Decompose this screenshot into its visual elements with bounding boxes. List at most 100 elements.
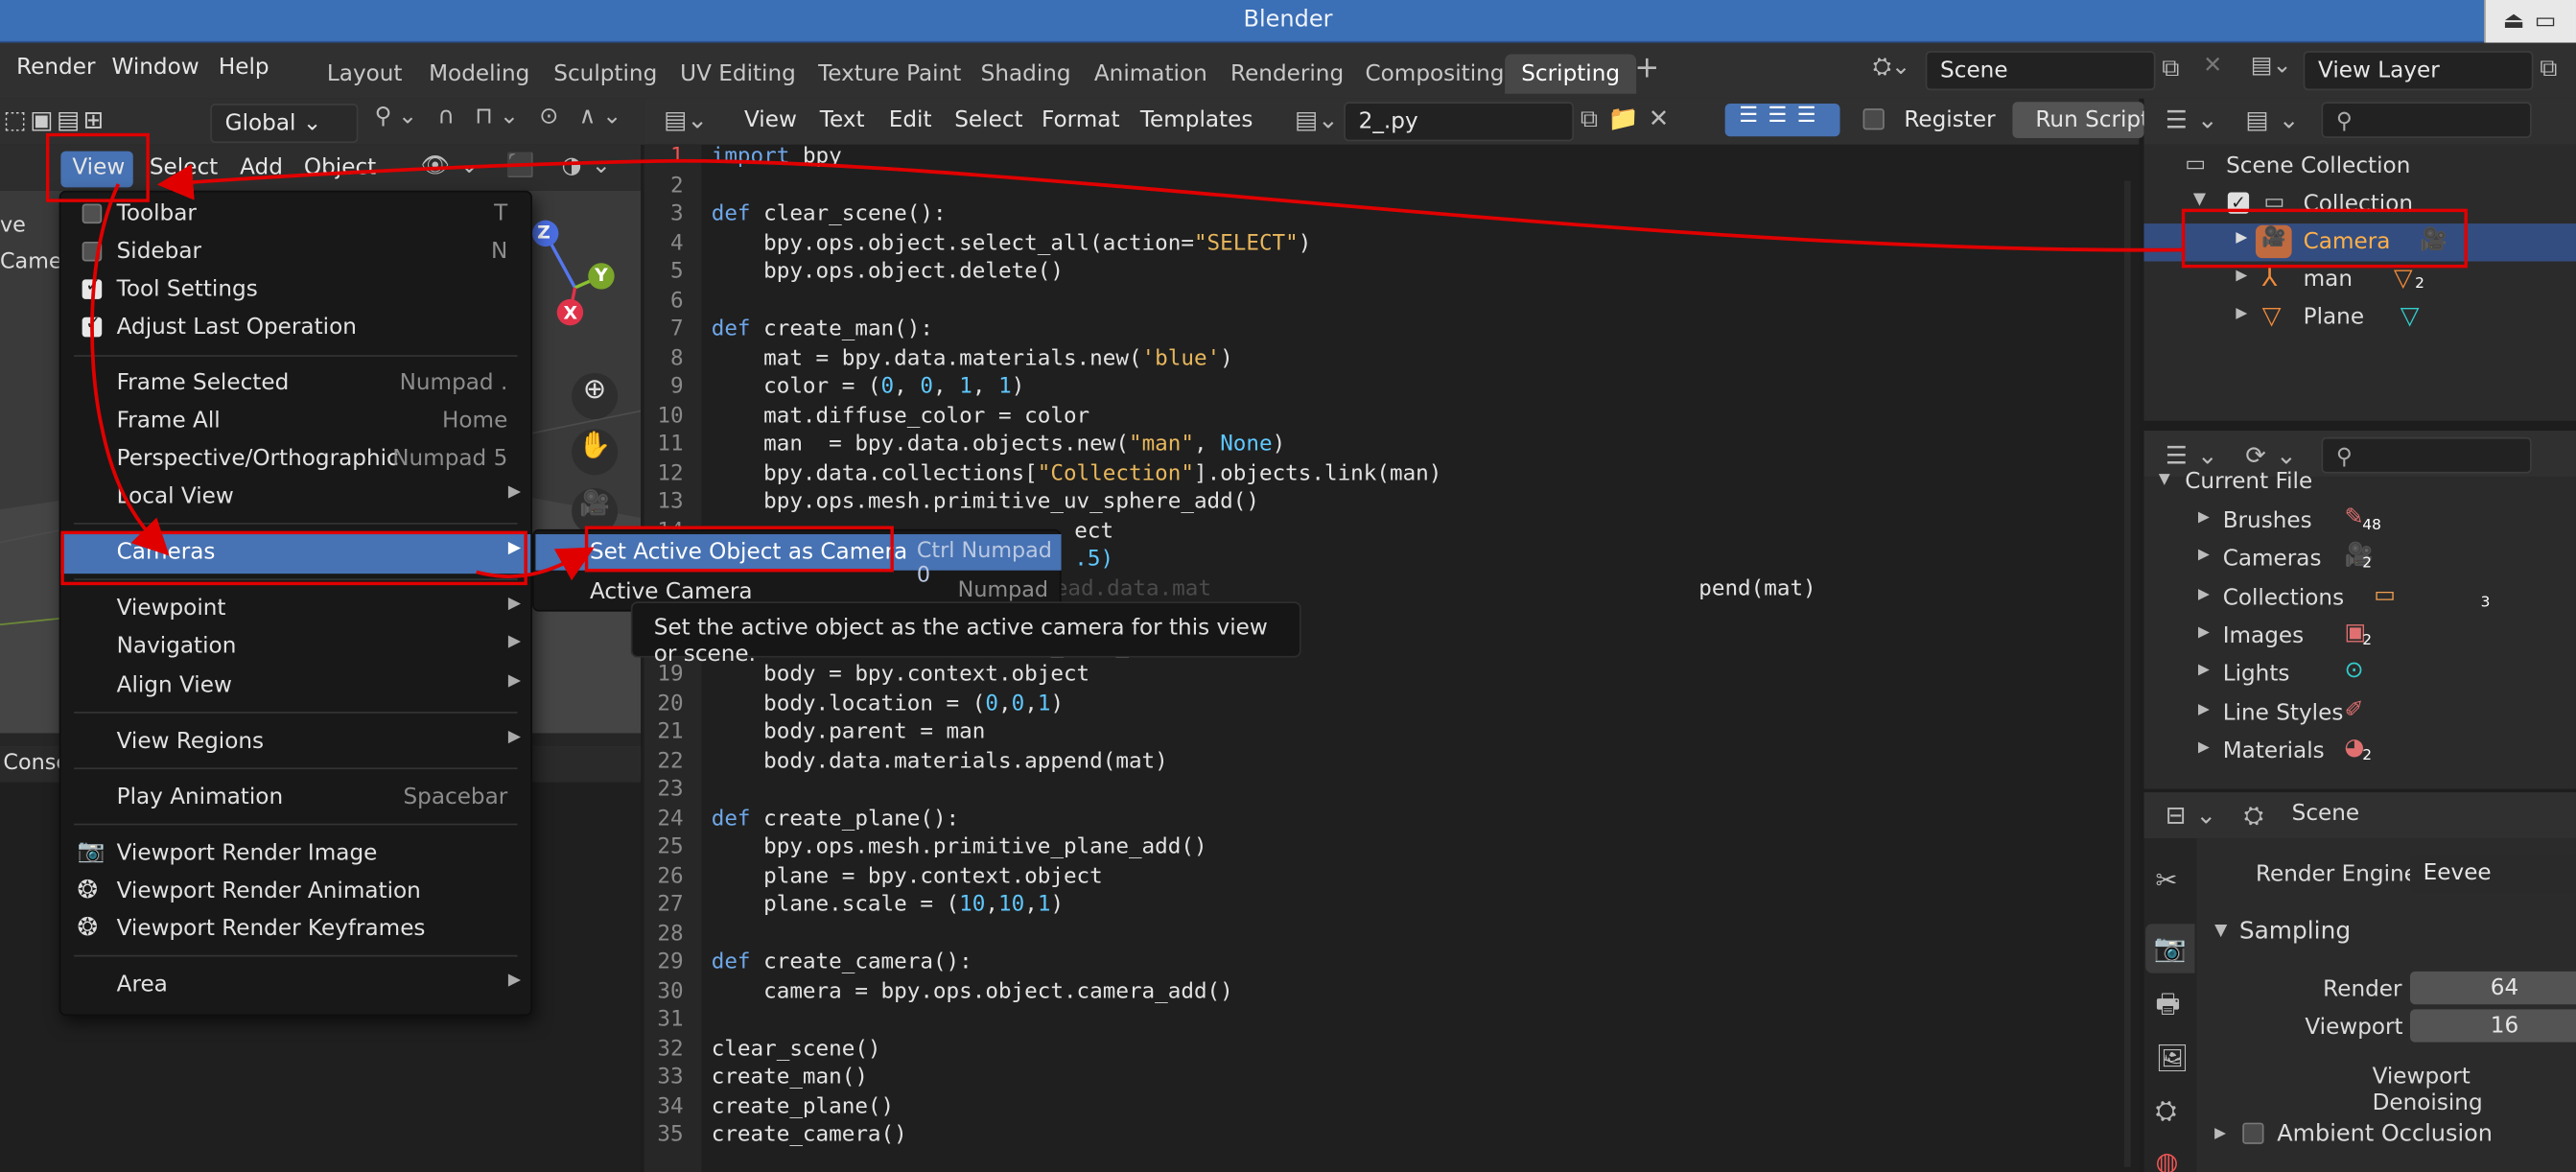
text-file-icons[interactable]: ⧉📁✕ (1581, 104, 1679, 133)
expand-arrow-icon[interactable]: ▶ (2236, 306, 2247, 322)
blend-data-row[interactable]: ▶ Brushes ✎ 48 (2143, 503, 2576, 540)
text-editor[interactable]: 1234567891011121314151617181920212223242… (644, 144, 2140, 1172)
blend-data-editor-icons[interactable]: ☰⌄ ⟳⌄ (2166, 440, 2307, 470)
scene-tab-icon[interactable]: ⛭ (2155, 1094, 2176, 1127)
orientation-dropdown[interactable]: Global ⌄ (210, 103, 359, 144)
tab-modeling[interactable]: Modeling (411, 54, 547, 94)
viewport-menu-select[interactable]: Select (150, 154, 218, 180)
viewport-menu-object[interactable]: Object (304, 154, 376, 180)
tab-rendering[interactable]: Rendering (1213, 54, 1361, 94)
te-menu-format[interactable]: Format (1042, 106, 1120, 132)
menu-item-frame-all[interactable]: Frame All Home (60, 403, 530, 439)
expand-arrow-icon[interactable]: ▶ (2198, 663, 2210, 679)
tab-uv-editing[interactable]: UV Editing (664, 54, 812, 94)
sampling-panel-label[interactable]: Sampling (2239, 919, 2351, 945)
te-menu-select[interactable]: Select (954, 106, 1022, 132)
te-menu-templates[interactable]: Templates (1140, 106, 1253, 132)
menu-item-align-view[interactable]: Align View ▶ (60, 668, 530, 704)
menu-item-perspective-ortho[interactable]: Perspective/Orthographic Numpad 5 (60, 440, 530, 477)
menu-item-viewport-render-image[interactable]: 📷 Viewport Render Image (60, 835, 530, 872)
tab-shading[interactable]: Shading (964, 54, 1088, 94)
toolbar-checkbox[interactable] (82, 203, 103, 224)
outliner-row-plane[interactable]: ▶ ▽ Plane ▽ (2143, 299, 2576, 337)
tab-scripting[interactable]: Scripting (1505, 54, 1637, 94)
window-control-icons[interactable]: ⏏▭ (2503, 9, 2566, 35)
blend-data-row[interactable]: ▶ Materials ◕ 2 (2143, 733, 2576, 770)
new-view-layer-icon[interactable]: ⧉ (2540, 53, 2557, 82)
menu-item-viewport-render-animation[interactable]: ❂ Viewport Render Animation (60, 873, 530, 909)
te-menu-text[interactable]: Text (820, 106, 865, 132)
zoom-icon[interactable]: ⊕ (572, 373, 619, 420)
expand-arrow-icon[interactable]: ▶ (2198, 586, 2210, 602)
add-workspace-icon[interactable]: + (1634, 51, 1659, 85)
view-layer-field[interactable]: View Layer (2303, 51, 2534, 91)
menu-item-tool-settings[interactable]: Tool Settings (60, 271, 530, 308)
expand-arrow-icon[interactable]: ▼ (2193, 191, 2206, 209)
adjust-last-op-checkbox[interactable] (82, 313, 103, 338)
collapse-arrow-icon[interactable]: ▼ (2214, 922, 2227, 940)
new-scene-icon[interactable]: ⧉ (2162, 53, 2179, 82)
snap-icons[interactable]: ⚲⌄ ∩ ⊓⌄ ⊙ ∧⌄ (375, 104, 628, 129)
text-filename-field[interactable]: 2_.py (1344, 102, 1575, 142)
render-engine-dropdown[interactable]: Eevee (2409, 855, 2576, 893)
sidebar-checkbox[interactable] (82, 241, 103, 262)
menu-item-sidebar[interactable]: Sidebar N (60, 233, 530, 270)
world-tab-icon[interactable]: ◍ (2155, 1146, 2178, 1172)
scene-name-field[interactable]: Scene (1925, 51, 2156, 91)
expand-arrow-icon[interactable]: ▶ (2214, 1126, 2226, 1142)
expand-arrow-icon[interactable]: ▶ (2198, 509, 2210, 526)
te-menu-view[interactable]: View (744, 106, 797, 132)
expand-arrow-icon[interactable]: ▶ (2198, 739, 2210, 756)
editor-type-icon[interactable]: ▤⌄ (664, 105, 708, 135)
tab-layout[interactable]: Layout (310, 54, 419, 94)
expand-arrow-icon[interactable]: ▼ (2159, 472, 2170, 488)
menu-item-frame-selected[interactable]: Frame Selected Numpad . (60, 364, 530, 401)
outliner-editor-icons[interactable]: ☰⌄ ▤⌄ (2166, 105, 2309, 135)
text-browse-icon[interactable]: ▤⌄ (1295, 105, 1339, 135)
blend-data-search-input[interactable]: ⚲ (2321, 436, 2532, 474)
line-numbers-toggle-icons[interactable]: ☰☰☰ (1724, 103, 1840, 137)
viewport-menu-add[interactable]: Add (240, 154, 283, 180)
select-mode-icons[interactable]: ⬚▣▤⊞ (3, 105, 106, 135)
menu-item-viewport-render-keyframes[interactable]: ❂ Viewport Render Keyframes (60, 911, 530, 948)
menu-item-area[interactable]: Area ▶ (60, 967, 530, 1003)
view-layer-tab-icon[interactable]: 🖼 (2155, 1043, 2189, 1074)
tab-texture-paint[interactable]: Texture Paint (801, 54, 978, 94)
viewport-overlay-icons[interactable]: 👁⌄ ⬛ ◑⌄ (421, 152, 621, 178)
tab-animation[interactable]: Animation (1077, 54, 1224, 94)
outliner-row-scene-collection[interactable]: ▭ Scene Collection (2143, 148, 2576, 185)
delete-scene-icon[interactable]: ✕ (2203, 53, 2222, 79)
ao-checkbox[interactable] (2242, 1122, 2264, 1144)
menu-help[interactable]: Help (219, 55, 269, 81)
properties-editor-icons[interactable]: ⊟⌄ ⛭ (2166, 801, 2274, 831)
expand-arrow-icon[interactable]: ▶ (2198, 548, 2210, 564)
blend-data-row[interactable]: ▶ Lights ⊙ (2143, 656, 2576, 693)
blend-data-row[interactable]: ▶ Cameras 🎥 2 (2143, 541, 2576, 578)
output-tab-icon[interactable]: 🖶 (2155, 986, 2180, 1030)
register-checkbox[interactable] (1862, 108, 1885, 130)
expand-arrow-icon[interactable]: ▶ (2198, 624, 2210, 641)
tab-compositing[interactable]: Compositing (1348, 54, 1521, 94)
viewport-denoising-label[interactable]: Viewport Denoising (2373, 1064, 2576, 1116)
scene-icon[interactable]: ⛭⌄ (1873, 55, 1910, 81)
menu-item-adjust-last-operation[interactable]: Adjust Last Operation (60, 309, 530, 345)
te-menu-edit[interactable]: Edit (889, 106, 932, 132)
blend-data-row[interactable]: ▶ Collections ▭ 3 (2143, 579, 2576, 617)
run-script-button[interactable]: Run Script (2012, 102, 2144, 138)
blend-data-row[interactable]: ▶ Images ▣ 2 (2143, 618, 2576, 655)
outliner-search-input[interactable]: ⚲ (2321, 102, 2532, 138)
menu-item-viewpoint[interactable]: Viewpoint ▶ (60, 590, 530, 626)
blend-data-row[interactable]: ▶ Line Styles ✐ (2143, 694, 2576, 732)
expand-arrow-icon[interactable]: ▶ (2198, 701, 2210, 717)
tab-sculpting[interactable]: Sculpting (537, 54, 674, 94)
expand-arrow-icon[interactable]: ▶ (2236, 268, 2247, 284)
menu-item-navigation[interactable]: Navigation ▶ (60, 628, 530, 665)
menu-item-play-animation[interactable]: Play Animation Spacebar (60, 779, 530, 815)
menu-window[interactable]: Window (111, 55, 199, 81)
render-samples-field[interactable]: 64 (2409, 971, 2576, 1005)
menu-item-local-view[interactable]: Local View ▶ (60, 479, 530, 515)
tool-settings-checkbox[interactable] (82, 274, 103, 299)
viewport-samples-field[interactable]: 16 (2409, 1009, 2576, 1043)
view-layer-icon[interactable]: ▤⌄ (2251, 53, 2292, 79)
ambient-occlusion-label[interactable]: Ambient Occlusion (2277, 1121, 2493, 1147)
